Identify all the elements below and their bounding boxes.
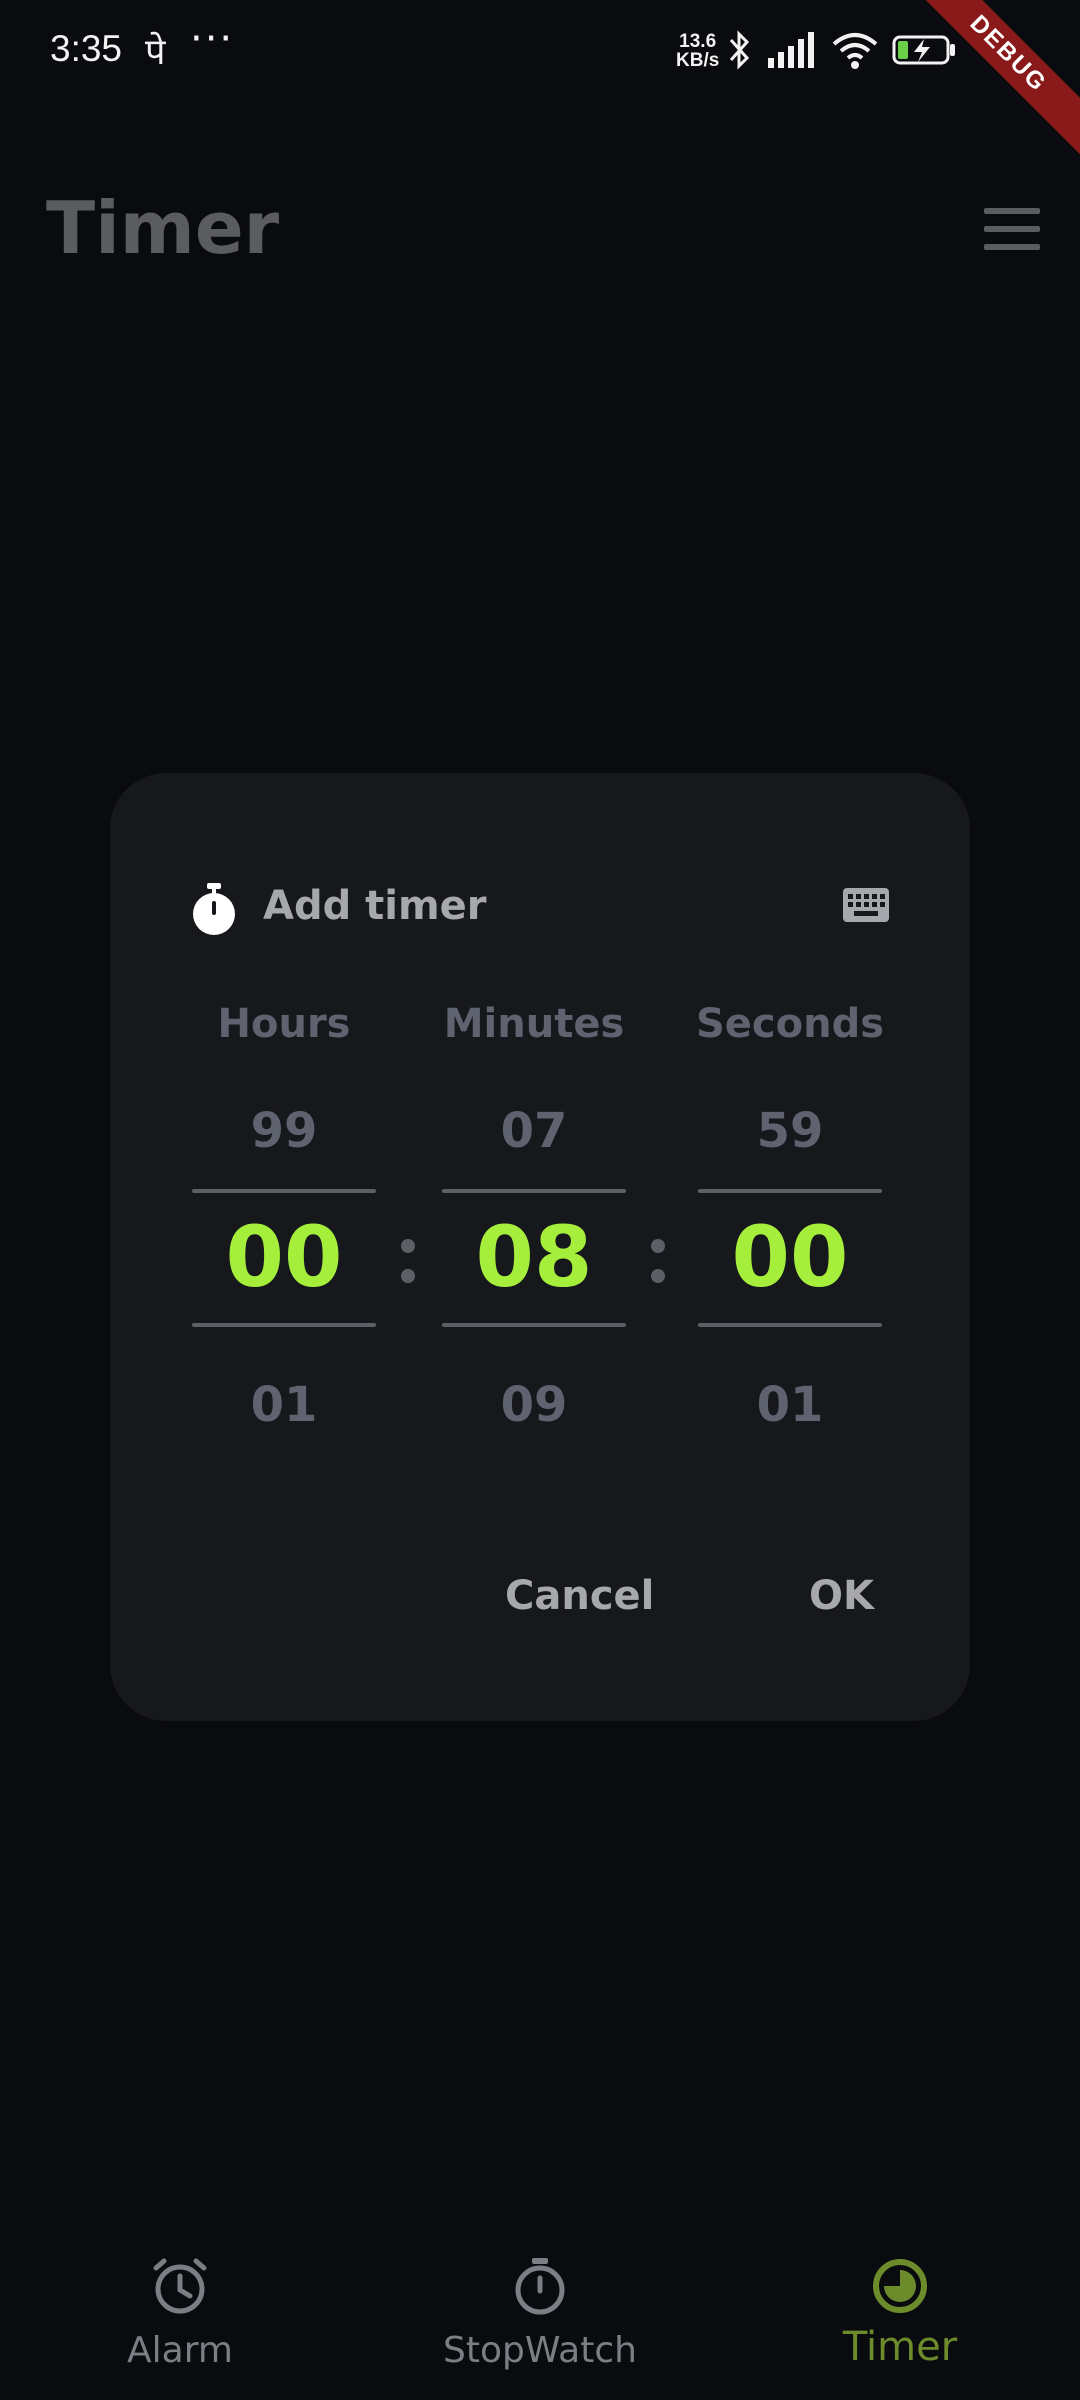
nav-label-alarm: Alarm bbox=[127, 2330, 233, 2371]
minutes-prev-value[interactable]: 07 bbox=[442, 1103, 626, 1159]
seconds-next-value[interactable]: 01 bbox=[698, 1377, 882, 1433]
screen: 3:35 पे ··· 13.6 KB/s DEBUG Timer Add ti… bbox=[0, 0, 1080, 2400]
minutes-picker[interactable]: 07 08 09 bbox=[442, 1103, 626, 1443]
picker-divider bbox=[192, 1189, 376, 1193]
minutes-selected-value[interactable]: 08 bbox=[442, 1197, 626, 1317]
time-separator bbox=[397, 1239, 417, 1309]
timer-icon bbox=[873, 2259, 927, 2313]
ok-button[interactable]: OK bbox=[809, 1573, 874, 1619]
nav-item-stopwatch[interactable]: StopWatch bbox=[410, 2220, 670, 2400]
seconds-selected-value[interactable]: 00 bbox=[698, 1197, 882, 1317]
seconds-prev-value[interactable]: 59 bbox=[698, 1103, 882, 1159]
nav-label-timer: Timer bbox=[842, 2324, 958, 2370]
seconds-picker[interactable]: 59 00 01 bbox=[698, 1103, 882, 1443]
picker-divider bbox=[442, 1189, 626, 1193]
keyboard-icon[interactable] bbox=[842, 887, 890, 923]
stopwatch-icon bbox=[515, 2258, 565, 2315]
hours-picker[interactable]: 99 00 01 bbox=[192, 1103, 376, 1443]
add-timer-dialog: Add timer Hours Minutes Seconds 99 00 01 bbox=[110, 773, 970, 1721]
seconds-label: Seconds bbox=[695, 1001, 885, 1047]
cancel-button[interactable]: Cancel bbox=[505, 1573, 654, 1619]
hours-label: Hours bbox=[217, 1001, 351, 1047]
bottom-navigation: Alarm StopWatch Timer bbox=[0, 2220, 1080, 2400]
alarm-clock-icon bbox=[153, 2258, 207, 2314]
picker-divider bbox=[442, 1323, 626, 1327]
nav-label-stopwatch: StopWatch bbox=[443, 2330, 637, 2371]
picker-divider bbox=[698, 1189, 882, 1193]
hours-prev-value[interactable]: 99 bbox=[192, 1103, 376, 1159]
minutes-label: Minutes bbox=[443, 1001, 625, 1047]
nav-item-alarm[interactable]: Alarm bbox=[50, 2220, 310, 2400]
nav-item-timer[interactable]: Timer bbox=[770, 2220, 1030, 2400]
time-separator bbox=[647, 1239, 667, 1309]
picker-divider bbox=[698, 1323, 882, 1327]
picker-divider bbox=[192, 1323, 376, 1327]
minutes-next-value[interactable]: 09 bbox=[442, 1377, 626, 1433]
stopwatch-icon bbox=[193, 883, 235, 935]
dialog-title: Add timer bbox=[263, 883, 487, 929]
hours-next-value[interactable]: 01 bbox=[192, 1377, 376, 1433]
hours-selected-value[interactable]: 00 bbox=[192, 1197, 376, 1317]
